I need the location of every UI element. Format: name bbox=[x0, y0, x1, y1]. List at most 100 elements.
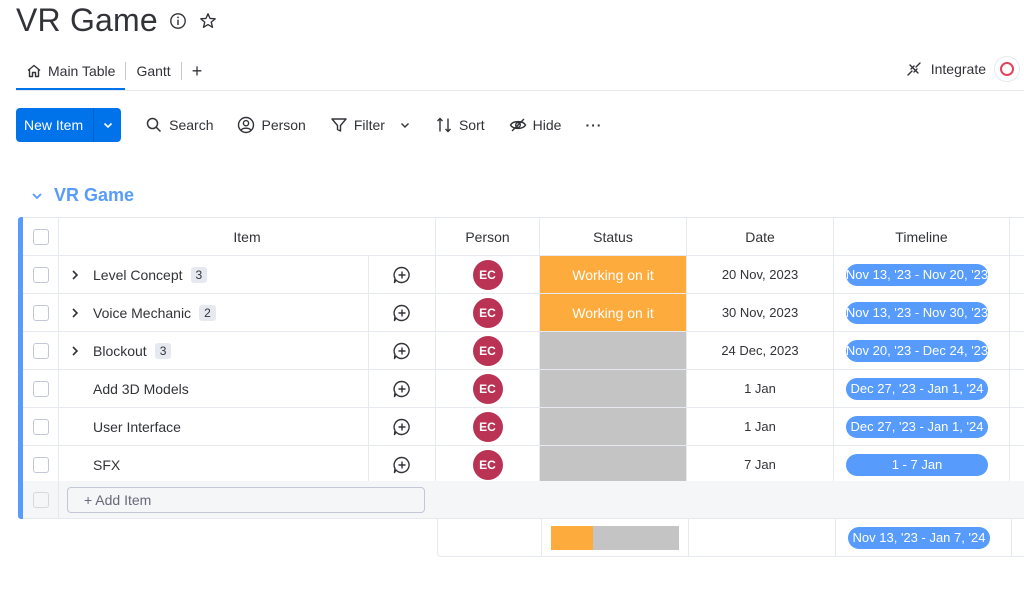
person-cell[interactable]: EC bbox=[436, 256, 540, 293]
item-name[interactable]: Add 3D Models bbox=[93, 381, 189, 397]
date-cell[interactable]: 24 Dec, 2023 bbox=[687, 332, 834, 369]
star-icon[interactable] bbox=[198, 11, 218, 31]
status-cell[interactable] bbox=[540, 332, 687, 369]
updates-cell[interactable] bbox=[369, 332, 436, 369]
table-row[interactable]: Voice Mechanic 2 EC Working on it 30 Nov, 20… bbox=[23, 294, 1024, 332]
person-cell[interactable]: EC bbox=[436, 332, 540, 369]
item-cell[interactable]: Level Concept 3 bbox=[59, 256, 369, 293]
summary-status-cell[interactable] bbox=[542, 519, 689, 556]
date-cell[interactable]: 1 Jan bbox=[687, 408, 834, 445]
person-filter-button[interactable]: Person bbox=[237, 116, 306, 134]
timeline-pill[interactable]: Nov 20, '23 - Dec 24, '23 bbox=[846, 339, 988, 362]
updates-cell[interactable] bbox=[369, 294, 436, 331]
person-cell[interactable]: EC bbox=[436, 294, 540, 331]
person-cell[interactable]: EC bbox=[436, 408, 540, 445]
status-cell[interactable] bbox=[540, 408, 687, 445]
row-checkbox[interactable] bbox=[32, 456, 49, 473]
chevron-down-icon[interactable] bbox=[30, 189, 44, 203]
person-cell[interactable]: EC bbox=[436, 446, 540, 483]
status-label[interactable]: Working on it bbox=[540, 256, 686, 293]
timeline-cell[interactable]: Nov 20, '23 - Dec 24, '23 bbox=[834, 332, 1010, 369]
timeline-cell[interactable]: Dec 27, '23 - Jan 1, '24 bbox=[834, 408, 1010, 445]
timeline-cell[interactable]: Nov 13, '23 - Nov 20, '23 bbox=[834, 256, 1010, 293]
item-name[interactable]: Blockout bbox=[93, 343, 147, 359]
timeline-cell[interactable]: Dec 27, '23 - Jan 1, '24 bbox=[834, 370, 1010, 407]
column-header-add[interactable] bbox=[1010, 218, 1024, 255]
integration-app-icon[interactable] bbox=[994, 56, 1020, 82]
avatar[interactable]: EC bbox=[472, 259, 503, 290]
hide-button[interactable]: Hide bbox=[509, 116, 561, 134]
avatar[interactable]: EC bbox=[472, 449, 503, 480]
timeline-pill[interactable]: Dec 27, '23 - Jan 1, '24 bbox=[846, 415, 988, 438]
table-row[interactable]: Level Concept 3 EC Working on it 20 Nov, 202… bbox=[23, 256, 1024, 294]
item-name[interactable]: Level Concept bbox=[93, 267, 183, 283]
avatar[interactable]: EC bbox=[472, 297, 503, 328]
chevron-right-icon[interactable] bbox=[67, 307, 83, 319]
column-header-person[interactable]: Person bbox=[436, 218, 540, 255]
timeline-pill[interactable]: 1 - 7 Jan bbox=[846, 453, 988, 476]
filter-button[interactable]: Filter bbox=[330, 116, 411, 134]
column-header-date[interactable]: Date bbox=[687, 218, 834, 255]
updates-cell[interactable] bbox=[369, 256, 436, 293]
info-icon[interactable] bbox=[168, 11, 188, 31]
group-title[interactable]: VR Game bbox=[54, 185, 134, 206]
item-cell[interactable]: Blockout 3 bbox=[59, 332, 369, 369]
table-row[interactable]: User Interface EC 1 Jan Dec 27, '23 - Jan 1… bbox=[23, 408, 1024, 446]
add-update-icon[interactable] bbox=[392, 265, 412, 285]
row-checkbox[interactable] bbox=[32, 380, 49, 397]
tab-gantt[interactable]: Gantt bbox=[126, 54, 180, 88]
status-label[interactable] bbox=[540, 446, 686, 483]
subitem-count-badge[interactable]: 2 bbox=[199, 304, 216, 321]
date-cell[interactable]: 1 Jan bbox=[687, 370, 834, 407]
table-row[interactable]: SFX EC 7 Jan 1 - 7 Jan bbox=[23, 446, 1024, 484]
add-update-icon[interactable] bbox=[392, 341, 412, 361]
timeline-pill[interactable]: Dec 27, '23 - Jan 1, '24 bbox=[846, 377, 988, 400]
avatar[interactable]: EC bbox=[472, 411, 503, 442]
item-cell[interactable]: Voice Mechanic 2 bbox=[59, 294, 369, 331]
item-name[interactable]: Voice Mechanic bbox=[93, 305, 191, 321]
status-cell[interactable] bbox=[540, 446, 687, 483]
tab-main-table[interactable]: Main Table bbox=[16, 54, 126, 90]
updates-cell[interactable] bbox=[369, 370, 436, 407]
avatar[interactable]: EC bbox=[472, 335, 503, 366]
chevron-down-icon[interactable] bbox=[399, 119, 411, 131]
chevron-right-icon[interactable] bbox=[67, 345, 83, 357]
person-cell[interactable]: EC bbox=[436, 370, 540, 407]
date-cell[interactable]: 20 Nov, 2023 bbox=[687, 256, 834, 293]
summary-timeline-pill[interactable]: Nov 13, '23 - Jan 7, '24 bbox=[848, 526, 990, 549]
row-checkbox[interactable] bbox=[32, 266, 49, 283]
select-all-checkbox[interactable] bbox=[32, 228, 49, 245]
date-cell[interactable]: 30 Nov, 2023 bbox=[687, 294, 834, 331]
date-cell[interactable]: 7 Jan bbox=[687, 446, 834, 483]
item-cell[interactable]: User Interface bbox=[59, 408, 369, 445]
row-checkbox[interactable] bbox=[32, 304, 49, 321]
search-button[interactable]: Search bbox=[145, 116, 213, 134]
status-label[interactable]: Working on it bbox=[540, 294, 686, 331]
status-cell[interactable] bbox=[540, 370, 687, 407]
status-cell[interactable]: Working on it bbox=[540, 256, 687, 293]
status-label[interactable] bbox=[540, 408, 686, 445]
row-checkbox[interactable] bbox=[32, 342, 49, 359]
item-cell[interactable]: Add 3D Models bbox=[59, 370, 369, 407]
group-header[interactable]: VR Game bbox=[30, 185, 134, 206]
add-update-icon[interactable] bbox=[392, 417, 412, 437]
item-cell[interactable]: SFX bbox=[59, 446, 369, 483]
updates-cell[interactable] bbox=[369, 446, 436, 483]
item-name[interactable]: User Interface bbox=[93, 419, 181, 435]
status-label[interactable] bbox=[540, 332, 686, 369]
status-cell[interactable]: Working on it bbox=[540, 294, 687, 331]
timeline-pill[interactable]: Nov 13, '23 - Nov 20, '23 bbox=[846, 263, 988, 286]
avatar[interactable]: EC bbox=[472, 373, 503, 404]
item-name[interactable]: SFX bbox=[93, 457, 120, 473]
column-header-item[interactable]: Item bbox=[59, 218, 436, 255]
status-label[interactable] bbox=[540, 370, 686, 407]
updates-cell[interactable] bbox=[369, 408, 436, 445]
add-update-icon[interactable] bbox=[392, 379, 412, 399]
timeline-cell[interactable]: 1 - 7 Jan bbox=[834, 446, 1010, 483]
add-view-button[interactable]: + bbox=[182, 61, 213, 82]
table-row[interactable]: Blockout 3 EC 24 Dec, 2023 Nov 20, '23 - Dec… bbox=[23, 332, 1024, 370]
column-header-timeline[interactable]: Timeline bbox=[834, 218, 1010, 255]
timeline-cell[interactable]: Nov 13, '23 - Nov 30, '23 bbox=[834, 294, 1010, 331]
add-update-icon[interactable] bbox=[392, 303, 412, 323]
add-update-icon[interactable] bbox=[392, 455, 412, 475]
